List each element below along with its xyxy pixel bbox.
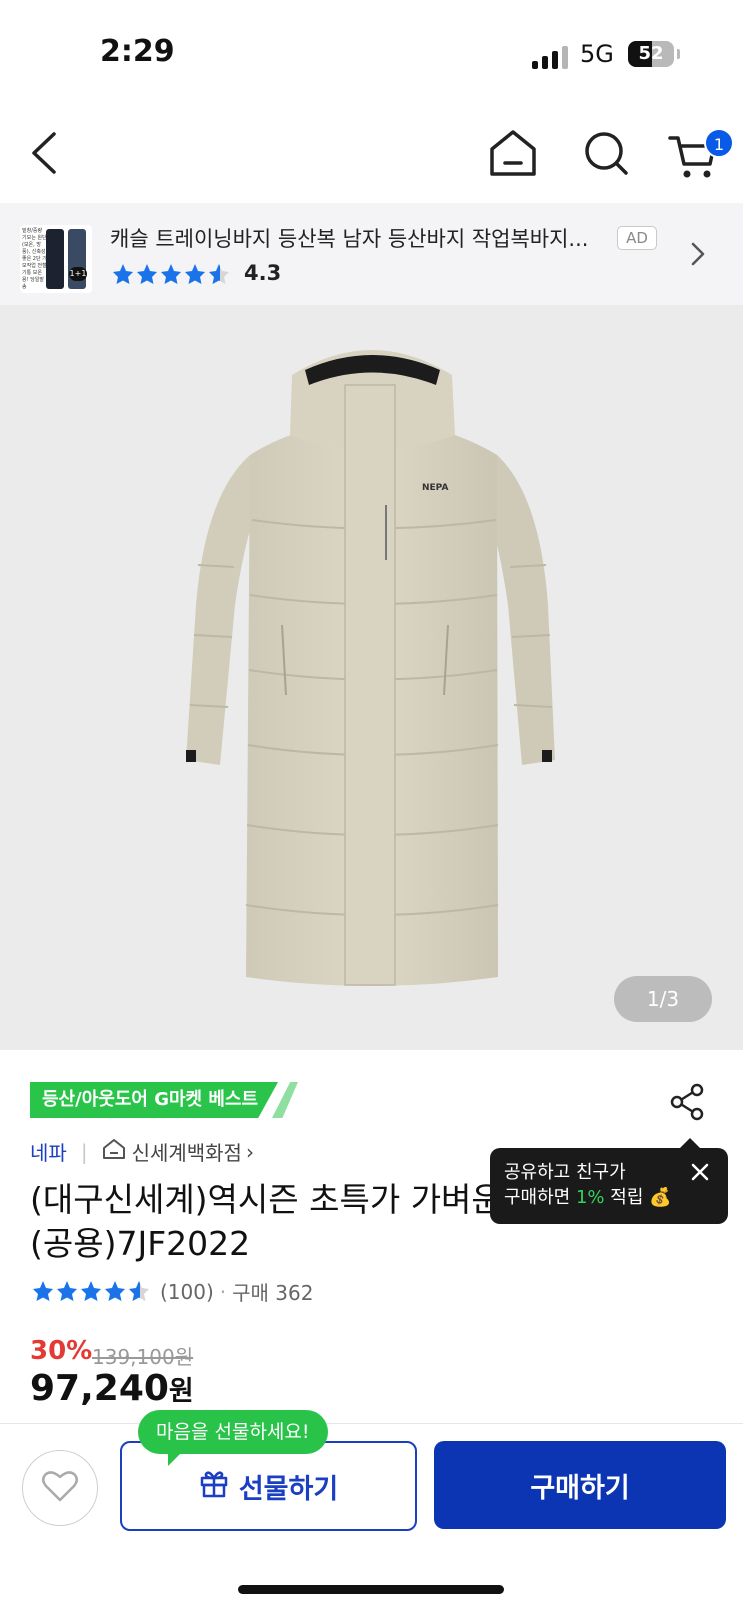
bottom-action-bar: 선물하기 구매하기: [0, 1423, 743, 1611]
status-time: 2:29: [100, 34, 175, 69]
tooltip-text-a: 구매하면: [504, 1187, 576, 1208]
jacket-logo: NEPA: [422, 483, 448, 493]
buy-button[interactable]: 구매하기: [434, 1441, 726, 1529]
store-icon: [102, 1138, 126, 1165]
ad-rating-value: 4.3: [244, 261, 282, 285]
ad-banner[interactable]: 밑창/중량 기모는 원단(보온, 방풍), 신축성 좋은 2단 기모작업 전철기…: [0, 203, 743, 305]
price-unit: 원: [168, 1376, 194, 1407]
store-link[interactable]: 신세계백화점: [132, 1137, 242, 1166]
best-category-badge[interactable]: 등산/아웃도어 G마켓 베스트: [30, 1082, 279, 1118]
tooltip-text-b: 적립 💰: [604, 1187, 672, 1208]
brand-link[interactable]: 네파: [30, 1137, 67, 1166]
gift-icon: [199, 1468, 229, 1505]
chevron-right-icon[interactable]: [688, 239, 708, 273]
heart-icon: [41, 1469, 79, 1507]
battery-icon: 52: [628, 41, 674, 67]
gift-prompt-bubble: 마음을 선물하세요!: [138, 1410, 328, 1466]
review-count: (100): [160, 1279, 214, 1304]
down-jacket-image: NEPA: [186, 350, 555, 986]
ad-thumb-badge: 1+1: [69, 267, 87, 281]
best-badge-edge: [272, 1082, 298, 1118]
image-pager: 1/3: [614, 976, 712, 1022]
back-icon[interactable]: [24, 122, 64, 188]
close-icon[interactable]: [690, 1162, 710, 1189]
gift-button-label: 선물하기: [238, 1473, 339, 1505]
status-bar: 2:29 5G 52: [0, 0, 743, 100]
sale-price: 97,240원: [30, 1368, 194, 1409]
store-chevron-icon: ›: [245, 1139, 254, 1164]
home-indicator: [238, 1585, 504, 1594]
purchase-count: 구매 362: [232, 1281, 314, 1305]
pager-current: 1: [646, 987, 660, 1011]
ad-title: 캐슬 트레이닝바지 등산복 남자 등산바지 작업복바지...: [110, 227, 589, 251]
share-reward-tooltip: 공유하고 친구가 구매하면 1% 적립 💰: [490, 1138, 728, 1224]
network-label: 5G: [580, 40, 614, 68]
top-nav: 1: [0, 110, 743, 200]
battery-level: 52: [638, 43, 664, 64]
ad-thumbnail: 밑창/중량 기모는 원단(보온, 방풍), 신축성 좋은 2단 기모작업 전철기…: [20, 225, 92, 293]
gift-button[interactable]: 선물하기: [120, 1441, 417, 1531]
ad-thumb-text: 밑창/중량 기모는 원단(보온, 방풍), 신축성 좋은 2단 기모작업 전철기…: [22, 228, 47, 290]
discount-rate: 30%: [30, 1336, 93, 1366]
home-icon[interactable]: [488, 122, 538, 188]
pants-image-dark: [46, 229, 64, 289]
share-icon[interactable]: [668, 1082, 708, 1126]
search-icon[interactable]: [582, 122, 632, 188]
brand-row: 네파 | 신세계백화점 ›: [30, 1137, 254, 1166]
tooltip-percent: 1%: [575, 1187, 605, 1208]
original-price: 139,100원: [92, 1345, 194, 1369]
signal-icon: [532, 46, 568, 69]
ad-star-rating: [112, 263, 232, 291]
product-image-carousel[interactable]: NEPA 1/3: [0, 305, 743, 1050]
star-rating: [33, 1280, 149, 1301]
meta-dot: ·: [219, 1279, 227, 1304]
battery-nub: [677, 49, 680, 59]
pager-total: /3: [659, 987, 680, 1011]
wishlist-button[interactable]: [22, 1450, 98, 1526]
cart-count-badge: 1: [704, 128, 734, 158]
review-summary[interactable]: (100) · 구매 362: [32, 1277, 313, 1306]
sale-price-amount: 97,240: [30, 1368, 169, 1409]
ad-label: AD: [617, 226, 657, 250]
brand-divider: |: [80, 1139, 88, 1164]
